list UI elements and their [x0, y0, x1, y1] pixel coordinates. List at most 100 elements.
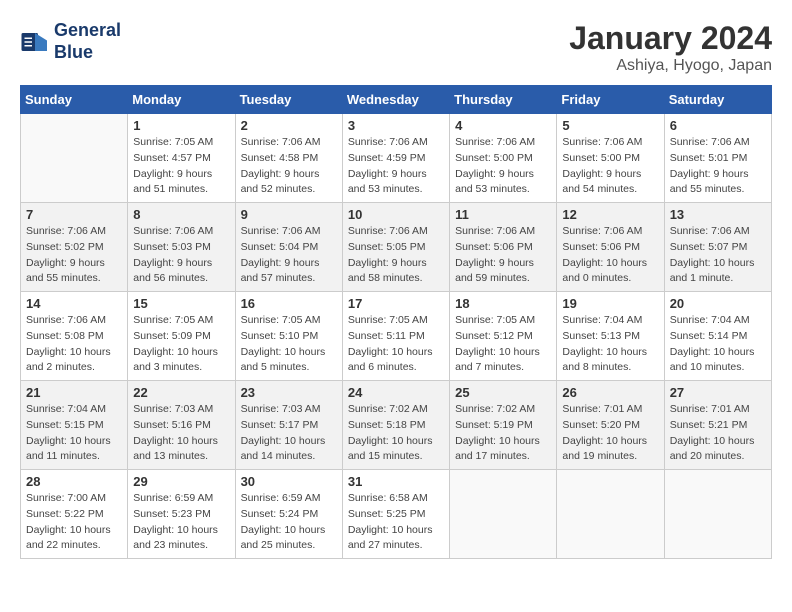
- calendar-cell: 17 Sunrise: 7:05 AMSunset: 5:11 PMDayligh…: [342, 292, 449, 381]
- day-number: 17: [348, 296, 444, 311]
- day-info: Sunrise: 7:04 AMSunset: 5:13 PMDaylight:…: [562, 313, 658, 376]
- day-info: Sunrise: 7:06 AMSunset: 4:59 PMDaylight:…: [348, 135, 444, 198]
- day-info: Sunrise: 7:02 AMSunset: 5:18 PMDaylight:…: [348, 402, 444, 465]
- calendar-cell: 15Sunrise: 7:05 AMSunset: 5:09 PMDayligh…: [128, 292, 235, 381]
- calendar-cell: 29 Sunrise: 6:59 AMSunset: 5:23 PMDayligh…: [128, 470, 235, 559]
- day-info: Sunrise: 7:06 AMSunset: 5:01 PMDaylight:…: [670, 135, 766, 198]
- day-number: 6: [670, 118, 766, 133]
- calendar-cell: 26 Sunrise: 7:01 AMSunset: 5:20 PMDayligh…: [557, 381, 664, 470]
- calendar-cell: 10 Sunrise: 7:06 AMSunset: 5:05 PMDayligh…: [342, 203, 449, 292]
- day-number: 15: [133, 296, 229, 311]
- logo-icon: [20, 27, 50, 57]
- calendar-cell: 7 Sunrise: 7:06 AMSunset: 5:02 PMDaylight…: [21, 203, 128, 292]
- day-number: 9: [241, 207, 337, 222]
- day-number: 11: [455, 207, 551, 222]
- calendar-week-row: 21 Sunrise: 7:04 AMSunset: 5:15 PMDayligh…: [21, 381, 772, 470]
- day-number: 1: [133, 118, 229, 133]
- calendar-cell: 28 Sunrise: 7:00 AMSunset: 5:22 PMDayligh…: [21, 470, 128, 559]
- day-number: 19: [562, 296, 658, 311]
- calendar-cell: 4 Sunrise: 7:06 AMSunset: 5:00 PMDaylight…: [450, 114, 557, 203]
- day-info: Sunrise: 7:04 AMSunset: 5:14 PMDaylight:…: [670, 313, 766, 376]
- calendar-cell: 25 Sunrise: 7:02 AMSunset: 5:19 PMDayligh…: [450, 381, 557, 470]
- day-info: Sunrise: 6:59 AMSunset: 5:24 PMDaylight:…: [241, 491, 337, 554]
- day-number: 29: [133, 474, 229, 489]
- day-number: 21: [26, 385, 122, 400]
- day-number: 23: [241, 385, 337, 400]
- page-header: General Blue January 2024 Ashiya, Hyogo,…: [20, 20, 772, 75]
- day-info: Sunrise: 7:06 AMSunset: 5:08 PMDaylight:…: [26, 313, 122, 376]
- day-info: Sunrise: 7:00 AMSunset: 5:22 PMDaylight:…: [26, 491, 122, 554]
- calendar-cell: 16 Sunrise: 7:05 AMSunset: 5:10 PMDayligh…: [235, 292, 342, 381]
- day-number: 3: [348, 118, 444, 133]
- day-info: Sunrise: 7:06 AMSunset: 4:58 PMDaylight:…: [241, 135, 337, 198]
- logo-text: General Blue: [54, 20, 121, 63]
- day-info: Sunrise: 7:02 AMSunset: 5:19 PMDaylight:…: [455, 402, 551, 465]
- day-info: Sunrise: 7:05 AMSunset: 5:11 PMDaylight:…: [348, 313, 444, 376]
- calendar-cell: 8 Sunrise: 7:06 AMSunset: 5:03 PMDaylight…: [128, 203, 235, 292]
- calendar-cell: 24 Sunrise: 7:02 AMSunset: 5:18 PMDayligh…: [342, 381, 449, 470]
- day-info: Sunrise: 7:01 AMSunset: 5:20 PMDaylight:…: [562, 402, 658, 465]
- calendar-cell: 23 Sunrise: 7:03 AMSunset: 5:17 PMDayligh…: [235, 381, 342, 470]
- day-info: Sunrise: 7:06 AMSunset: 5:05 PMDaylight:…: [348, 224, 444, 287]
- column-header-monday: Monday: [128, 86, 235, 114]
- day-info: Sunrise: 7:06 AMSunset: 5:03 PMDaylight:…: [133, 224, 229, 287]
- logo: General Blue: [20, 20, 121, 63]
- calendar-cell: 2Sunrise: 7:06 AMSunset: 4:58 PMDaylight…: [235, 114, 342, 203]
- day-number: 7: [26, 207, 122, 222]
- day-number: 22: [133, 385, 229, 400]
- calendar-cell: 12Sunrise: 7:06 AMSunset: 5:06 PMDayligh…: [557, 203, 664, 292]
- column-header-wednesday: Wednesday: [342, 86, 449, 114]
- column-header-friday: Friday: [557, 86, 664, 114]
- calendar-week-row: 14Sunrise: 7:06 AMSunset: 5:08 PMDayligh…: [21, 292, 772, 381]
- day-number: 25: [455, 385, 551, 400]
- day-number: 16: [241, 296, 337, 311]
- column-header-tuesday: Tuesday: [235, 86, 342, 114]
- calendar-week-row: 28 Sunrise: 7:00 AMSunset: 5:22 PMDayligh…: [21, 470, 772, 559]
- day-info: Sunrise: 6:59 AMSunset: 5:23 PMDaylight:…: [133, 491, 229, 554]
- day-info: Sunrise: 7:06 AMSunset: 5:02 PMDaylight:…: [26, 224, 122, 287]
- title-section: January 2024 Ashiya, Hyogo, Japan: [569, 20, 772, 75]
- day-info: Sunrise: 7:06 AMSunset: 5:00 PMDaylight:…: [455, 135, 551, 198]
- day-number: 28: [26, 474, 122, 489]
- day-number: 26: [562, 385, 658, 400]
- calendar-cell: 19 Sunrise: 7:04 AMSunset: 5:13 PMDayligh…: [557, 292, 664, 381]
- day-number: 24: [348, 385, 444, 400]
- day-info: Sunrise: 7:06 AMSunset: 5:04 PMDaylight:…: [241, 224, 337, 287]
- day-info: Sunrise: 7:05 AMSunset: 5:12 PMDaylight:…: [455, 313, 551, 376]
- day-info: Sunrise: 7:05 AMSunset: 5:10 PMDaylight:…: [241, 313, 337, 376]
- day-number: 10: [348, 207, 444, 222]
- calendar-cell: 22 Sunrise: 7:03 AMSunset: 5:16 PMDayligh…: [128, 381, 235, 470]
- calendar-cell: 30 Sunrise: 6:59 AMSunset: 5:24 PMDayligh…: [235, 470, 342, 559]
- day-number: 30: [241, 474, 337, 489]
- day-number: 5: [562, 118, 658, 133]
- day-info: Sunrise: 7:06 AMSunset: 5:00 PMDaylight:…: [562, 135, 658, 198]
- day-info: Sunrise: 7:03 AMSunset: 5:17 PMDaylight:…: [241, 402, 337, 465]
- calendar-cell: [21, 114, 128, 203]
- column-header-sunday: Sunday: [21, 86, 128, 114]
- day-info: Sunrise: 6:58 AMSunset: 5:25 PMDaylight:…: [348, 491, 444, 554]
- day-info: Sunrise: 7:06 AMSunset: 5:06 PMDaylight:…: [455, 224, 551, 287]
- day-info: Sunrise: 7:04 AMSunset: 5:15 PMDaylight:…: [26, 402, 122, 465]
- day-number: 8: [133, 207, 229, 222]
- day-info: Sunrise: 7:01 AMSunset: 5:21 PMDaylight:…: [670, 402, 766, 465]
- calendar-cell: 20 Sunrise: 7:04 AMSunset: 5:14 PMDayligh…: [664, 292, 771, 381]
- day-info: Sunrise: 7:06 AMSunset: 5:07 PMDaylight:…: [670, 224, 766, 287]
- month-title: January 2024: [569, 20, 772, 57]
- calendar-cell: 3 Sunrise: 7:06 AMSunset: 4:59 PMDaylight…: [342, 114, 449, 203]
- day-number: 13: [670, 207, 766, 222]
- calendar-cell: 18Sunrise: 7:05 AMSunset: 5:12 PMDayligh…: [450, 292, 557, 381]
- day-number: 4: [455, 118, 551, 133]
- day-number: 20: [670, 296, 766, 311]
- calendar-cell: 11 Sunrise: 7:06 AMSunset: 5:06 PMDayligh…: [450, 203, 557, 292]
- day-info: Sunrise: 7:05 AMSunset: 4:57 PMDaylight:…: [133, 135, 229, 198]
- day-info: Sunrise: 7:03 AMSunset: 5:16 PMDaylight:…: [133, 402, 229, 465]
- calendar-cell: 9 Sunrise: 7:06 AMSunset: 5:04 PMDaylight…: [235, 203, 342, 292]
- day-number: 12: [562, 207, 658, 222]
- calendar-cell: 1 Sunrise: 7:05 AMSunset: 4:57 PMDaylight…: [128, 114, 235, 203]
- calendar-cell: 6 Sunrise: 7:06 AMSunset: 5:01 PMDaylight…: [664, 114, 771, 203]
- column-header-thursday: Thursday: [450, 86, 557, 114]
- calendar-table: SundayMondayTuesdayWednesdayThursdayFrid…: [20, 85, 772, 559]
- calendar-cell: 13 Sunrise: 7:06 AMSunset: 5:07 PMDayligh…: [664, 203, 771, 292]
- calendar-cell: [664, 470, 771, 559]
- calendar-header-row: SundayMondayTuesdayWednesdayThursdayFrid…: [21, 86, 772, 114]
